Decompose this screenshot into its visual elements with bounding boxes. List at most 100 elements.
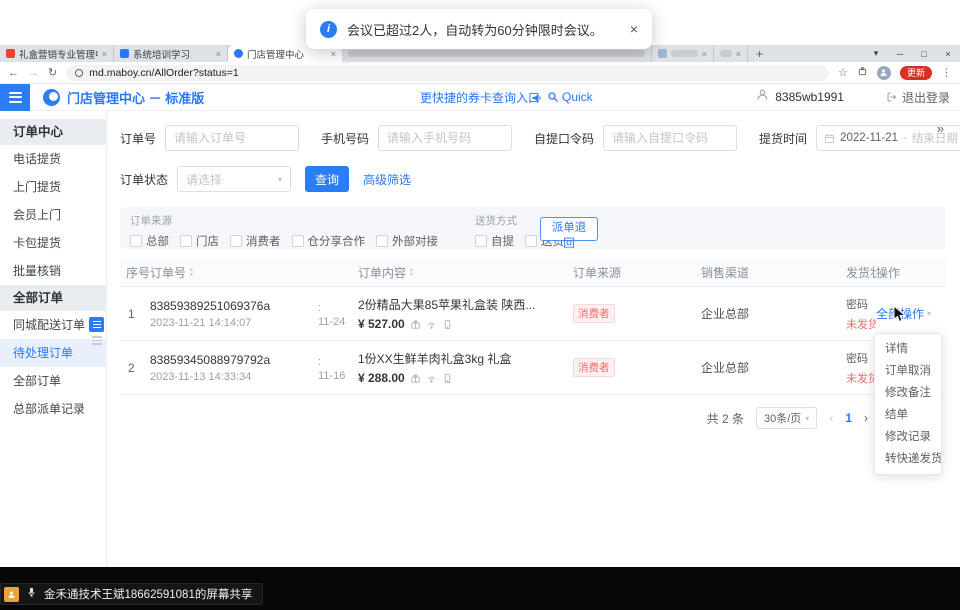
source-checkbox-hq[interactable]: 总部 <box>130 233 169 249</box>
checkbox-icon[interactable] <box>130 235 142 247</box>
column-label: 订单号 <box>150 264 186 281</box>
phone-icon <box>442 373 453 384</box>
chevron-down-icon: ▾ <box>805 414 809 423</box>
extensions-icon[interactable] <box>857 66 868 80</box>
menu-item-edit-remark[interactable]: 修改备注 <box>875 382 941 404</box>
new-tab-button[interactable]: + <box>756 47 763 61</box>
tab-redacted-2[interactable]: × <box>652 45 714 62</box>
logout-button[interactable]: 退出登录 <box>886 89 950 106</box>
window-close-button[interactable]: × <box>936 49 960 59</box>
url-text: md.maboy.cn/AllOrder?status=1 <box>89 67 239 79</box>
collapse-panel-icon[interactable]: » <box>937 121 944 136</box>
column-order-no[interactable]: 订单号 ▲▼ <box>150 264 308 281</box>
column-action: 操作 <box>876 264 946 281</box>
order-price: ¥ 288.00 <box>358 371 405 385</box>
checkbox-icon[interactable] <box>292 235 304 247</box>
chrome-update-button[interactable]: 更新 <box>900 66 932 80</box>
checkbox-icon[interactable] <box>525 235 537 247</box>
pickup-fragment: 11-24 <box>318 316 358 328</box>
menu-item-details[interactable]: 详情 <box>875 338 941 360</box>
checkbox-icon[interactable] <box>475 235 487 247</box>
pickup-time-cell: : 11-24 <box>308 300 358 328</box>
page-1-button[interactable]: 1 <box>845 411 852 425</box>
tab-training[interactable]: 系统培训学习 × <box>114 45 228 62</box>
checkbox-icon[interactable] <box>230 235 242 247</box>
dispatch-return-button[interactable]: 派单退回 <box>540 217 598 241</box>
menu-item-edit-history[interactable]: 修改记录 <box>875 426 941 448</box>
drag-handle-icon[interactable] <box>92 336 102 345</box>
source-badge: 消费者 <box>573 358 615 377</box>
site-info-icon[interactable] <box>75 69 83 77</box>
sidebar-section-order-center[interactable]: 订单中心 <box>0 119 106 145</box>
tab-close-icon[interactable]: × <box>216 49 221 59</box>
checkbox-icon[interactable] <box>376 235 388 247</box>
menu-item-express-ship[interactable]: 转快递发货 <box>875 448 941 470</box>
app-title: 门店管理中心 － 标准版 <box>67 88 204 107</box>
redacted-title <box>720 50 732 57</box>
tab-redacted-3[interactable]: × <box>714 45 748 62</box>
forward-button[interactable]: → <box>28 67 39 79</box>
toast-close-icon[interactable]: × <box>630 21 638 37</box>
info-icon: i <box>320 21 337 38</box>
order-no-input[interactable] <box>165 125 299 151</box>
tab-close-icon[interactable]: × <box>736 49 741 59</box>
maximize-button[interactable]: □ <box>912 49 936 59</box>
pickup-code-input[interactable] <box>603 125 737 151</box>
column-content[interactable]: 订单内容 ▲▼ <box>358 264 573 281</box>
menu-item-cancel-order[interactable]: 订单取消 <box>875 360 941 382</box>
date-start-value[interactable]: 2022-11-21 <box>840 132 898 144</box>
refresh-button[interactable]: ↻ <box>48 66 57 79</box>
quick-search-link[interactable]: Quick <box>547 90 593 104</box>
all-actions-dropdown-trigger[interactable]: 全部操作 ▾ <box>876 305 946 322</box>
quick-nav-button[interactable] <box>89 317 104 332</box>
sidebar-item-phone-pickup[interactable]: 电话提货 <box>0 145 106 173</box>
checkbox-icon[interactable] <box>180 235 192 247</box>
share-user-icon <box>4 587 19 602</box>
menu-toggle-button[interactable] <box>0 84 30 111</box>
minimize-button[interactable]: ─ <box>888 49 912 59</box>
sort-icon[interactable]: ▲▼ <box>189 268 194 277</box>
coupon-query-link[interactable]: 更快捷的券卡查询入口 <box>420 89 540 106</box>
meeting-toast: i 会议已超过2人，自动转为60分钟限时会议。 × <box>306 9 652 49</box>
username[interactable]: 8385wb1991 <box>775 90 844 104</box>
menu-item-close-order[interactable]: 结单 <box>875 404 941 426</box>
tab-close-icon[interactable]: × <box>702 49 707 59</box>
order-source-group: 订单来源 总部 门店 消费者 仓分享合作 外部对接 <box>130 213 449 243</box>
tab-close-icon[interactable]: × <box>331 49 336 59</box>
browser-menu-icon[interactable]: ⋮ <box>941 66 952 79</box>
tab-favicon <box>120 49 129 58</box>
sidebar-item-door-pickup[interactable]: 上门提货 <box>0 173 106 201</box>
sidebar-item-member-visit[interactable]: 会员上门 <box>0 201 106 229</box>
order-status-select[interactable]: 请选择 ▾ <box>177 166 291 192</box>
next-page-button[interactable]: › <box>864 411 868 425</box>
page-size-select[interactable]: 30条/页 ▾ <box>756 407 817 429</box>
source-checkbox-external[interactable]: 外部对接 <box>376 233 438 249</box>
source-checkbox-store[interactable]: 门店 <box>180 233 219 249</box>
search-button[interactable]: 查询 <box>305 166 349 192</box>
source-checkbox-warehouse-share[interactable]: 仓分享合作 <box>292 233 366 249</box>
sidebar-section-all-orders[interactable]: 全部订单 <box>0 285 106 311</box>
sidebar-item-all-orders[interactable]: 全部订单 <box>0 367 106 395</box>
tab-close-icon[interactable]: × <box>102 49 107 59</box>
url-input[interactable]: md.maboy.cn/AllOrder?status=1 <box>66 65 829 81</box>
app-logo <box>43 89 60 106</box>
advanced-filter-link[interactable]: 高级筛选 <box>363 171 411 188</box>
delivery-checkbox-selfpickup[interactable]: 自提 <box>475 233 514 249</box>
sidebar-item-card-pickup[interactable]: 卡包提货 <box>0 229 106 257</box>
sidebar-item-hq-dispatch-records[interactable]: 总部派单记录 <box>0 395 106 423</box>
phone-input[interactable] <box>378 125 512 151</box>
date-end-placeholder[interactable]: 结束日期 <box>912 130 958 146</box>
screen-share-bar[interactable]: 金禾通技术王斌18662591081的屏幕共享 <box>0 583 263 605</box>
sales-channel-cell: 企业总部 <box>701 359 846 376</box>
sort-icon[interactable]: ▲▼ <box>409 268 414 277</box>
prev-page-button[interactable]: ‹ <box>829 411 833 425</box>
source-checkbox-consumer[interactable]: 消费者 <box>230 233 281 249</box>
tab-search-icon[interactable]: ▾ <box>864 48 888 59</box>
pickup-fragment: : <box>318 302 358 314</box>
bookmark-star-icon[interactable]: ☆ <box>838 66 848 79</box>
checkbox-label: 外部对接 <box>392 233 438 249</box>
back-button[interactable]: ← <box>8 67 19 79</box>
sidebar-item-batch-verify[interactable]: 批量核销 <box>0 257 106 285</box>
profile-avatar[interactable] <box>877 66 891 80</box>
tab-giftbox-admin[interactable]: 礼盒营销专业管理中心 × <box>0 45 114 62</box>
